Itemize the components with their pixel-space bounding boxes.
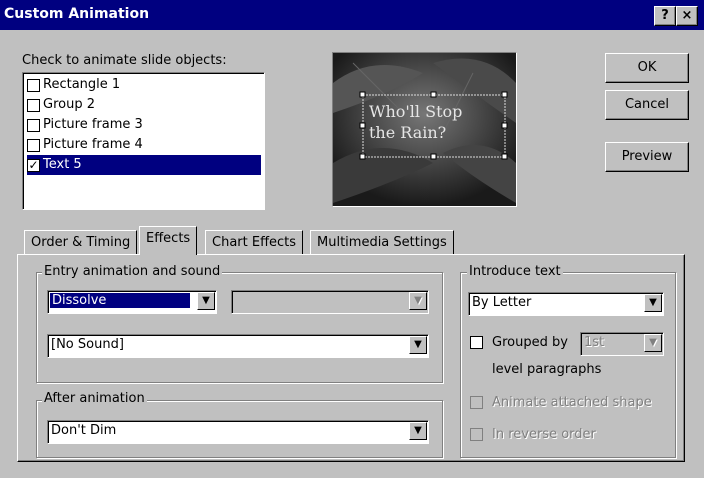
window-title: Custom Animation bbox=[4, 6, 150, 22]
chevron-down-icon: ▼ bbox=[644, 334, 662, 352]
grouped-by-row: Grouped by bbox=[470, 335, 568, 350]
title-bar: Custom Animation ? × bbox=[0, 0, 704, 30]
objects-list[interactable]: Rectangle 1 Group 2 Picture frame 3 Pict… bbox=[22, 72, 265, 210]
preview-text: Who'll Stop the Rain? bbox=[369, 102, 463, 142]
reverse-order-checkbox bbox=[470, 428, 483, 441]
checkbox-checked-icon[interactable]: ✓ bbox=[27, 158, 40, 172]
grouped-by-label[interactable]: Grouped by bbox=[492, 335, 568, 350]
preview-button[interactable]: Preview bbox=[605, 142, 689, 172]
checkbox-icon[interactable] bbox=[27, 118, 40, 132]
tab-order-timing[interactable]: Order & Timing bbox=[24, 230, 138, 255]
list-item[interactable]: Group 2 bbox=[27, 95, 95, 115]
chevron-down-icon[interactable]: ▼ bbox=[409, 422, 427, 440]
chevron-down-icon: ▼ bbox=[409, 292, 427, 310]
close-button[interactable]: × bbox=[676, 6, 698, 26]
grouped-by-level-dropdown: 1st ▼ bbox=[580, 332, 664, 356]
entry-animation-group bbox=[36, 272, 443, 383]
after-animation-dropdown[interactable]: Don't Dim ▼ bbox=[47, 420, 429, 444]
cancel-button[interactable]: Cancel bbox=[605, 90, 689, 120]
direction-dropdown: ▼ bbox=[231, 290, 429, 314]
animate-attached-checkbox bbox=[470, 396, 483, 409]
list-item[interactable]: Picture frame 4 bbox=[27, 135, 143, 155]
introduce-text-label: Introduce text bbox=[467, 264, 563, 279]
ok-button[interactable]: OK bbox=[605, 53, 689, 83]
effects-panel: Entry animation and sound Dissolve ▼ ▼ [… bbox=[17, 254, 685, 462]
help-button[interactable]: ? bbox=[654, 6, 676, 26]
effect-dropdown[interactable]: Dissolve ▼ bbox=[47, 290, 217, 314]
level-paragraphs-label: level paragraphs bbox=[492, 362, 602, 377]
after-animation-label: After animation bbox=[42, 391, 147, 406]
tab-chart-effects[interactable]: Chart Effects bbox=[205, 230, 304, 255]
checkbox-icon[interactable] bbox=[27, 98, 40, 112]
list-item[interactable]: Picture frame 3 bbox=[27, 115, 143, 135]
list-item[interactable]: Rectangle 1 bbox=[27, 75, 120, 95]
chevron-down-icon[interactable]: ▼ bbox=[644, 294, 662, 312]
checkbox-icon[interactable] bbox=[27, 138, 40, 152]
animate-attached-label: Animate attached shape bbox=[492, 395, 652, 410]
sound-dropdown[interactable]: [No Sound] ▼ bbox=[47, 334, 429, 358]
slide-preview: Who'll Stop the Rain? bbox=[332, 52, 517, 207]
objects-label: Check to animate slide objects: bbox=[22, 53, 227, 68]
chevron-down-icon[interactable]: ▼ bbox=[197, 292, 215, 310]
grouped-by-checkbox[interactable] bbox=[470, 336, 483, 349]
introduce-text-dropdown[interactable]: By Letter ▼ bbox=[468, 292, 664, 316]
animate-attached-row: Animate attached shape bbox=[470, 395, 652, 410]
list-item-selected[interactable]: ✓ Text 5 bbox=[27, 155, 261, 175]
chevron-down-icon[interactable]: ▼ bbox=[409, 336, 427, 354]
reverse-order-label: In reverse order bbox=[492, 427, 596, 442]
tab-multimedia-settings[interactable]: Multimedia Settings bbox=[310, 230, 454, 255]
checkbox-icon[interactable] bbox=[27, 78, 40, 92]
reverse-order-row: In reverse order bbox=[470, 427, 596, 442]
tab-effects[interactable]: Effects bbox=[139, 226, 198, 255]
entry-animation-label: Entry animation and sound bbox=[42, 264, 223, 279]
